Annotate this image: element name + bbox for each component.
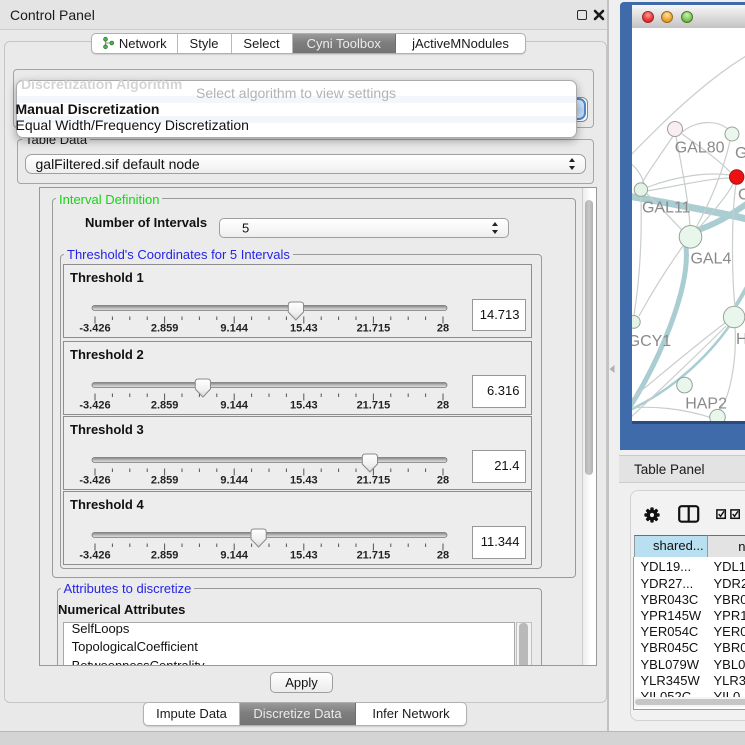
svg-text:21.715: 21.715	[357, 550, 391, 562]
svg-text:28: 28	[437, 399, 449, 411]
svg-text:9.144: 9.144	[220, 474, 248, 486]
svg-text:HAP2: HAP2	[685, 396, 727, 413]
svg-text:Threshold 2: Threshold 2	[70, 347, 144, 362]
svg-text:GCY1: GCY1	[632, 333, 671, 350]
svg-text:28: 28	[437, 474, 449, 486]
svg-text:Threshold 4: Threshold 4	[70, 497, 144, 512]
svg-text:21.715: 21.715	[357, 474, 391, 486]
svg-text:21.715: 21.715	[357, 323, 391, 335]
svg-text:Threshold 1: Threshold 1	[70, 270, 144, 285]
svg-text:H: H	[736, 331, 745, 348]
svg-text:9.144: 9.144	[220, 550, 248, 562]
svg-text:15.43: 15.43	[290, 474, 318, 486]
svg-text:2.859: 2.859	[151, 550, 179, 562]
svg-text:2.859: 2.859	[151, 399, 179, 411]
svg-text:-3.426: -3.426	[79, 474, 110, 486]
svg-text:9.144: 9.144	[220, 399, 248, 411]
svg-text:C: C	[738, 186, 745, 203]
svg-text:28: 28	[437, 550, 449, 562]
svg-text:G..: G..	[735, 145, 745, 162]
svg-text:2.859: 2.859	[151, 323, 179, 335]
svg-text:9.144: 9.144	[220, 323, 248, 335]
svg-text:-3.426: -3.426	[79, 550, 110, 562]
svg-text:2.859: 2.859	[151, 474, 179, 486]
svg-text:GAL80: GAL80	[675, 139, 725, 156]
svg-text:15.43: 15.43	[290, 399, 318, 411]
svg-text:GAL11: GAL11	[642, 200, 691, 217]
svg-text:15.43: 15.43	[290, 550, 318, 562]
svg-text:-3.426: -3.426	[79, 399, 110, 411]
svg-text:28: 28	[437, 323, 449, 335]
svg-text:21.715: 21.715	[357, 399, 391, 411]
svg-text:Threshold 3: Threshold 3	[70, 422, 144, 437]
svg-text:-3.426: -3.426	[79, 323, 110, 335]
svg-text:GAL4: GAL4	[690, 251, 731, 268]
svg-text:15.43: 15.43	[290, 323, 318, 335]
